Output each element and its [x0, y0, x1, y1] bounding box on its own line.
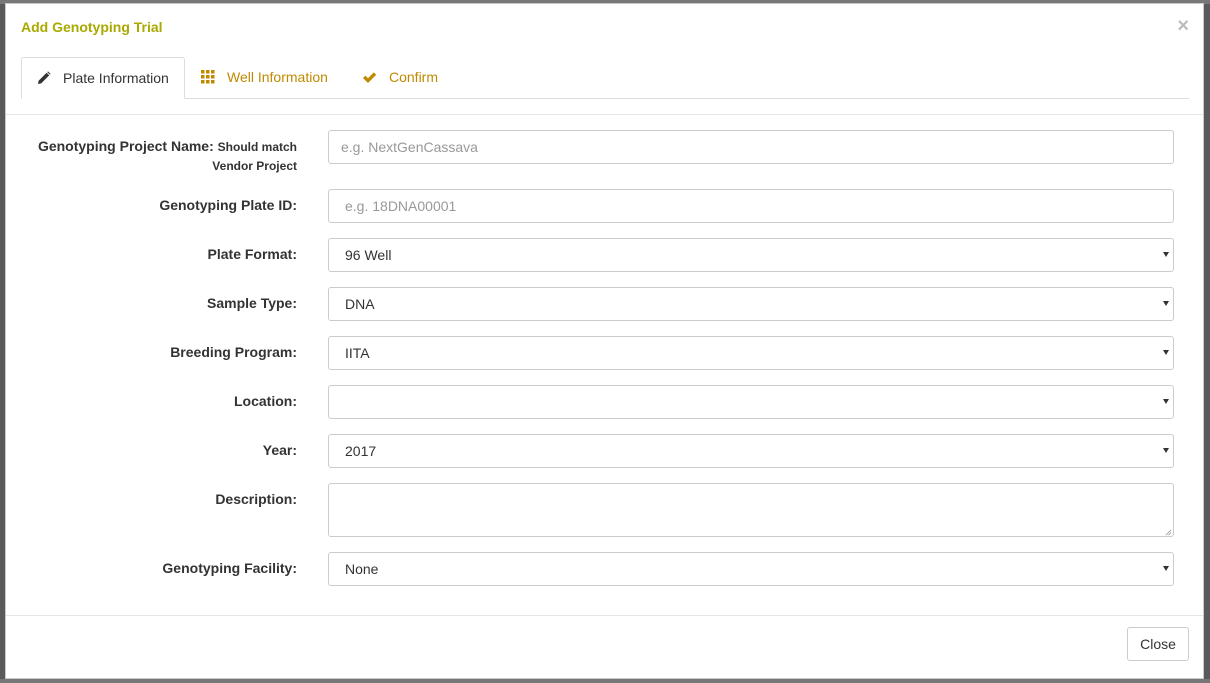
breeding-program-value: IITA: [345, 345, 370, 361]
description-textarea[interactable]: [328, 483, 1174, 537]
project-name-label: Genotyping Project Name: Should match Ve…: [37, 138, 297, 173]
tab-well-information[interactable]: Well Information: [201, 57, 328, 97]
year-value: 2017: [345, 443, 377, 459]
location-select[interactable]: [328, 385, 1174, 419]
plate-id-input[interactable]: e.g. 18DNA00001: [328, 189, 1174, 223]
genotyping-facility-label: Genotyping Facility:: [162, 560, 297, 576]
grid-icon: [201, 70, 215, 84]
caret-down-icon: [1163, 448, 1169, 453]
year-label: Year:: [262, 442, 297, 458]
breeding-program-label: Breeding Program:: [170, 344, 297, 360]
genotyping-facility-select[interactable]: None: [328, 552, 1174, 586]
sample-type-value: DNA: [345, 296, 375, 312]
tab-label: Confirm: [389, 69, 439, 85]
page-backdrop-bottom: [0, 679, 1210, 683]
tab-confirm[interactable]: Confirm: [362, 57, 438, 97]
description-label: Description:: [215, 491, 297, 507]
plate-id-label: Genotyping Plate ID:: [159, 197, 297, 213]
caret-down-icon: [1163, 350, 1169, 355]
project-name-hint: Should match Vendor Project: [212, 140, 297, 173]
header-divider: [6, 114, 1203, 115]
genotyping-facility-value: None: [345, 561, 379, 577]
caret-down-icon: [1163, 399, 1169, 404]
pencil-icon: [37, 71, 51, 85]
resize-grip-icon[interactable]: [1165, 529, 1172, 536]
breeding-program-select[interactable]: IITA: [328, 336, 1174, 370]
sample-type-select[interactable]: DNA: [328, 287, 1174, 321]
close-button[interactable]: Close: [1127, 627, 1189, 661]
plate-format-value: 96 Well: [345, 247, 392, 263]
caret-down-icon: [1163, 301, 1169, 306]
project-name-input[interactable]: e.g. NextGenCassava: [328, 130, 1174, 164]
sample-type-label: Sample Type:: [207, 295, 297, 311]
year-select[interactable]: 2017: [328, 434, 1174, 468]
location-label: Location:: [234, 393, 297, 409]
caret-down-icon: [1163, 252, 1169, 257]
add-genotyping-trial-dialog: Add Genotyping Trial × Plate Information…: [5, 3, 1204, 679]
plate-format-select[interactable]: 96 Well: [328, 238, 1174, 272]
plate-format-label: Plate Format:: [207, 246, 297, 262]
dialog-title: Add Genotyping Trial: [21, 19, 163, 35]
tab-plate-information[interactable]: Plate Information: [21, 57, 185, 99]
caret-down-icon: [1163, 566, 1169, 571]
tab-label: Plate Information: [63, 70, 169, 86]
footer-divider: [6, 615, 1203, 616]
checkmark-icon: [362, 71, 377, 84]
tab-label: Well Information: [227, 69, 328, 85]
wizard-tabs: Plate Information Well Information Confi…: [21, 57, 1189, 99]
close-icon[interactable]: ×: [1177, 16, 1189, 36]
